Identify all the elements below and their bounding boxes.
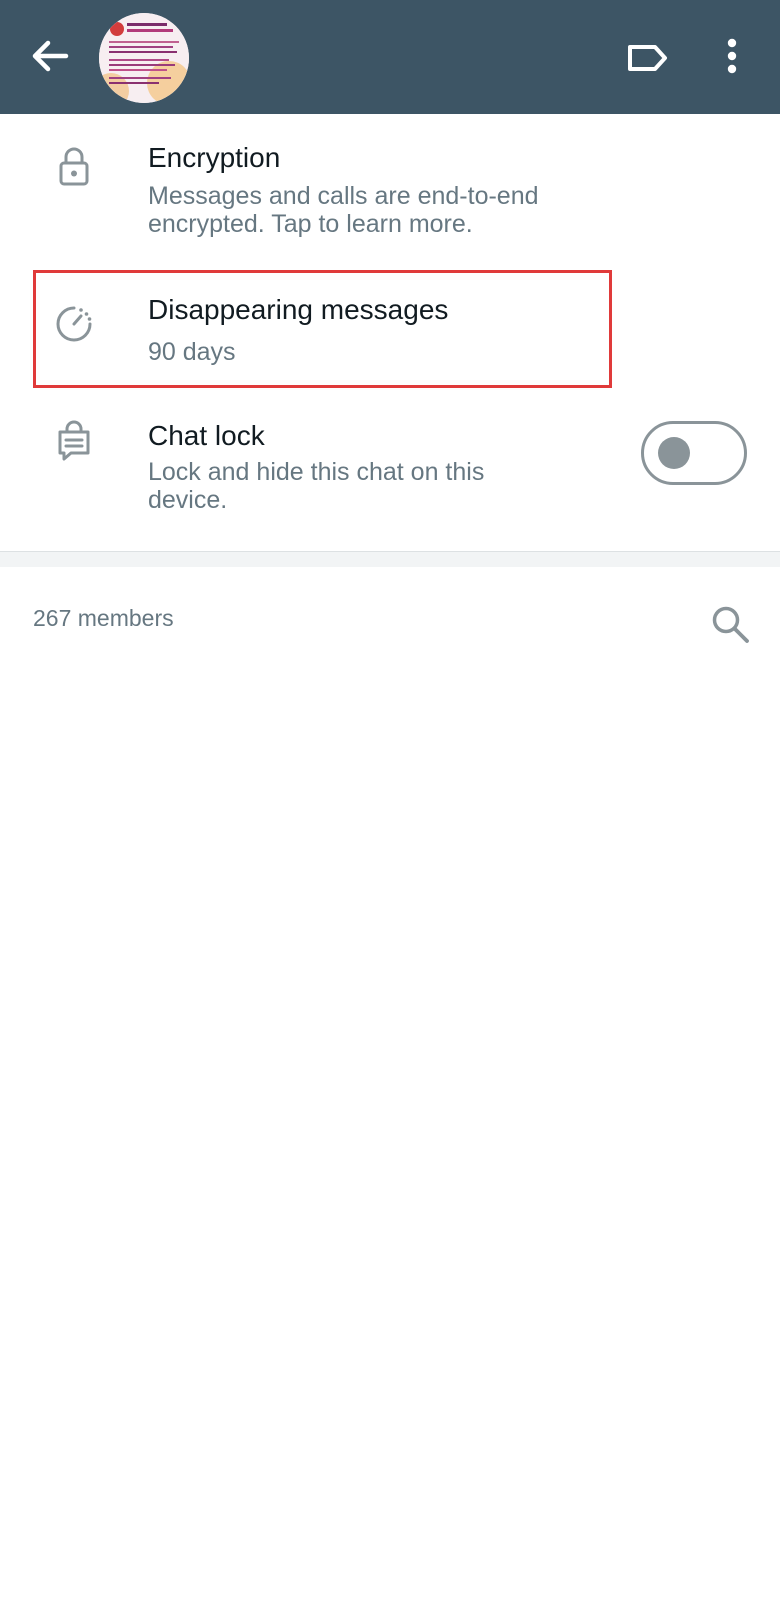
- search-members-button[interactable]: [708, 602, 752, 646]
- disappearing-messages-row[interactable]: Disappearing messages 90 days: [0, 270, 780, 388]
- back-button[interactable]: [26, 32, 74, 80]
- more-options-button[interactable]: [712, 34, 752, 82]
- chat-lock-subtitle: Lock and hide this chat on this device.: [148, 458, 485, 514]
- members-count: 267 members: [33, 605, 174, 631]
- more-vertical-icon: [727, 38, 737, 74]
- disappearing-messages-title: Disappearing messages: [148, 294, 449, 325]
- top-app-bar: [0, 0, 780, 114]
- section-divider: [0, 551, 780, 567]
- label-button[interactable]: [624, 34, 672, 82]
- arrow-left-icon: [32, 40, 69, 72]
- toggle-knob: [658, 437, 690, 469]
- avatar-image: [99, 13, 189, 103]
- group-avatar[interactable]: [99, 13, 189, 103]
- chat-lock-toggle[interactable]: [641, 421, 747, 485]
- label-tag-icon: [628, 45, 667, 71]
- disappearing-messages-value: 90 days: [148, 338, 236, 366]
- search-icon: [712, 606, 749, 643]
- encryption-row[interactable]: Encryption Messages and calls are end-to…: [0, 114, 780, 256]
- lock-icon: [52, 144, 96, 188]
- encryption-subtitle: Messages and calls are end-to-end encryp…: [148, 182, 539, 238]
- disappearing-timer-icon: [52, 302, 96, 346]
- chat-lock-icon: [52, 420, 96, 464]
- encryption-title: Encryption: [148, 142, 281, 173]
- chat-lock-title: Chat lock: [148, 420, 265, 451]
